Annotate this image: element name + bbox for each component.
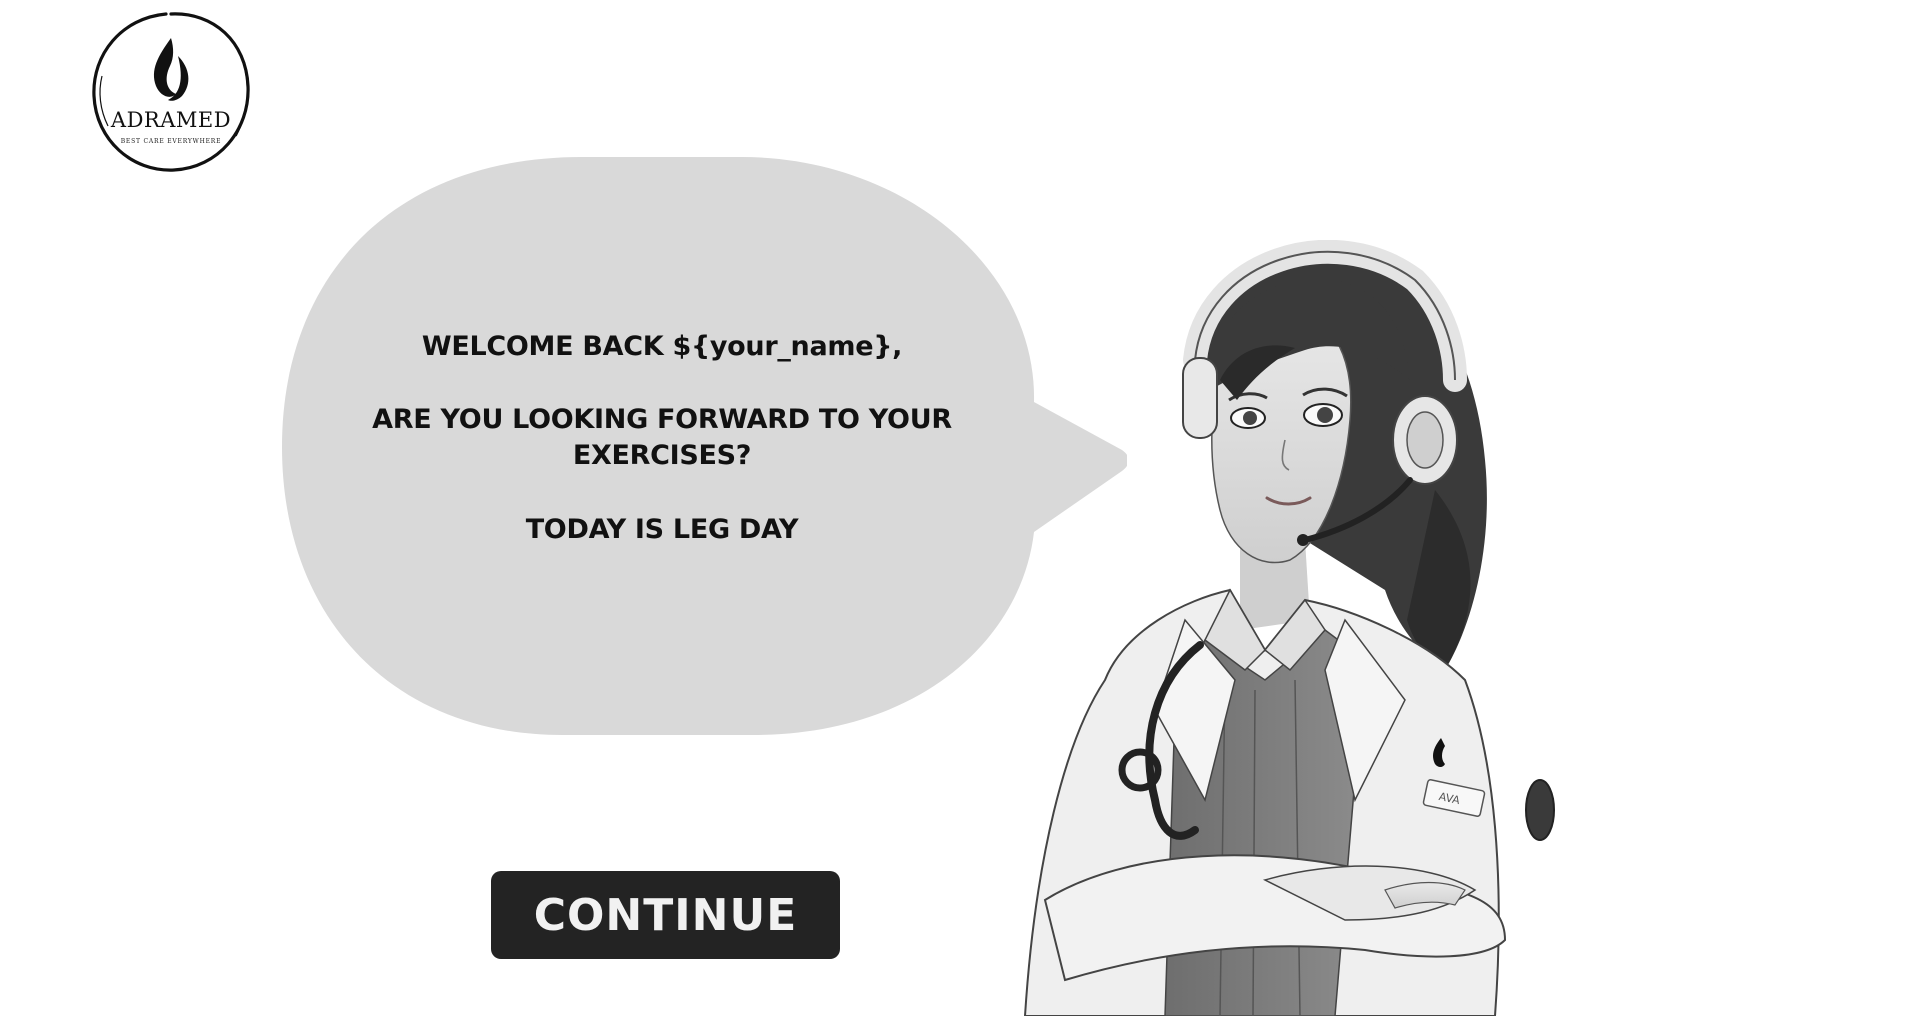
leg-day-message: TODAY IS LEG DAY <box>525 514 799 545</box>
flame-icon <box>153 38 189 101</box>
continue-button[interactable]: CONTINUE <box>491 871 840 959</box>
speech-bubble: WELCOME BACK ${your_name}, ARE YOU LOOKI… <box>282 157 1127 735</box>
welcome-message: WELCOME BACK ${your_name}, <box>421 331 903 362</box>
nurse-avatar-image: AVA <box>1023 240 1555 1016</box>
logo-tagline: BEST CARE EVERYWHERE <box>120 138 222 145</box>
assistant-nurse-illustration: AVA <box>1005 240 1595 1016</box>
logo-emblem <box>92 12 250 172</box>
logo-wordmark: ADRAMED <box>110 108 232 132</box>
adramed-logo: ADRAMED BEST CARE EVERYWHERE <box>86 6 256 176</box>
exercise-question: ARE YOU LOOKING FORWARD TO YOUR EXERCISE… <box>372 404 952 471</box>
